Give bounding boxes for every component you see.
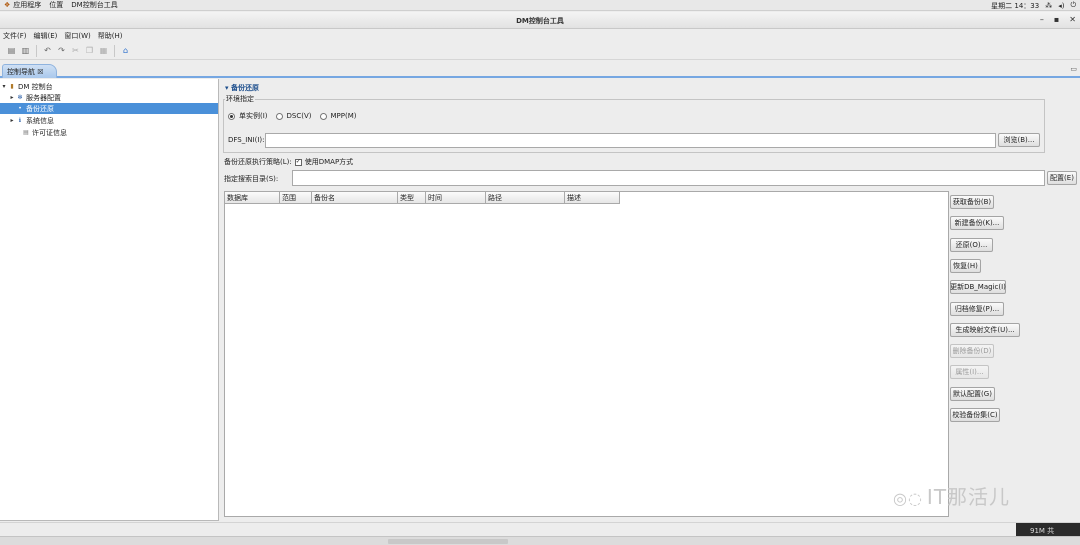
status-bar: [0, 522, 1080, 534]
cut-icon[interactable]: ✂: [70, 45, 81, 56]
taskbar-window-item[interactable]: [388, 539, 508, 544]
minimize-icon[interactable]: –: [1040, 15, 1044, 24]
menu-help[interactable]: 帮助(H): [98, 31, 123, 41]
collapse-arrow-icon[interactable]: ▾: [0, 83, 8, 90]
dmap-label: 使用DMAP方式: [304, 158, 354, 166]
database-icon: ▮: [10, 83, 14, 90]
archive-repair-button[interactable]: 归档修复(P)...: [950, 302, 1004, 316]
applications-icon: ❖: [4, 1, 11, 9]
power-icon[interactable]: ⏻: [1070, 1, 1076, 10]
column-path[interactable]: 路径: [486, 192, 565, 204]
save-icon[interactable]: ▤: [6, 45, 17, 56]
environment-options: 单实例(I) DSC(V) MPP(M): [228, 111, 361, 121]
toolbar: ▤ ▥ ↶ ↷ ✂ ❐ ▦ ⌂: [0, 42, 1080, 60]
copy-icon[interactable]: ❐: [84, 45, 95, 56]
backup-table[interactable]: 数据库 范围 备份名 类型 时间 路径 描述: [224, 191, 949, 517]
delete-backup-button[interactable]: 删除备份(D): [950, 344, 994, 358]
properties-button[interactable]: 属性(I)...: [950, 365, 989, 379]
restore-button[interactable]: 还原(O)...: [950, 238, 993, 252]
tree-item-label: 许可证信息: [32, 128, 67, 137]
tab-control-navigation[interactable]: 控制导航 ☒: [2, 64, 57, 78]
window-title: DM控制台工具: [516, 17, 564, 25]
watermark: ◎◌ IT那活儿: [893, 481, 1010, 510]
gear-icon: ✻: [17, 94, 23, 101]
view-menu-icon[interactable]: ▭: [1070, 65, 1077, 73]
tree-item-label: 备份还原: [26, 104, 54, 113]
column-scope[interactable]: 范围: [280, 192, 312, 204]
dfs-ini-label: DFS_INI(I):: [228, 136, 265, 144]
volume-icon[interactable]: ◂): [1058, 2, 1064, 10]
network-icon[interactable]: ⁂: [1045, 2, 1052, 10]
table-header: 数据库 范围 备份名 类型 时间 路径 描述: [225, 192, 620, 204]
strategy-row: 备份还原执行策略(L): ✓ 使用DMAP方式: [224, 157, 353, 167]
search-dir-input[interactable]: [292, 170, 1045, 186]
radio-label: MPP(M): [330, 112, 357, 120]
tree-root[interactable]: ▾ ▮ DM 控制台: [0, 81, 218, 92]
dfs-ini-input[interactable]: [265, 133, 996, 148]
tree-item-license-info[interactable]: ▤ 许可证信息: [0, 127, 218, 138]
radio-dsc[interactable]: [275, 112, 283, 120]
clock[interactable]: 星期二 14：33: [991, 1, 1039, 11]
toolbar-separator: [114, 44, 115, 57]
navigation-tree: ▾ ▮ DM 控制台 ▸ ✻ 服务器配置 • 备份还原 ▸ ℹ 系统信息 ▤ 许…: [0, 79, 219, 521]
section-title: ▾ 备份还原: [225, 84, 259, 92]
active-app-menu[interactable]: DM控制台工具: [71, 0, 117, 10]
strategy-label: 备份还原执行策略(L):: [224, 158, 292, 166]
nav-tab-row: 控制导航 ☒ ▭: [0, 63, 1080, 78]
backup-icon: •: [18, 105, 22, 112]
tree-item-backup-restore[interactable]: • 备份还原: [0, 103, 218, 114]
watermark-text: IT那活儿: [926, 485, 1011, 509]
close-icon[interactable]: ✕: [1069, 15, 1076, 24]
generate-mapping-file-button[interactable]: 生成映射文件(U)...: [950, 323, 1020, 337]
expand-arrow-icon[interactable]: ▸: [8, 117, 16, 124]
new-backup-button[interactable]: 新建备份(K)...: [950, 216, 1004, 230]
browse-button[interactable]: 浏览(B)...: [998, 133, 1040, 147]
system-top-bar: ❖ 应用程序 位置 DM控制台工具 星期二 14：33 ⁂ ◂) ⏻: [0, 0, 1080, 11]
maximize-icon[interactable]: ▪: [1054, 15, 1059, 24]
tree-item-label: 系统信息: [26, 116, 54, 125]
column-type[interactable]: 类型: [398, 192, 426, 204]
places-menu[interactable]: 位置: [49, 0, 63, 10]
update-db-magic-button[interactable]: 更新DB_Magic(I): [950, 280, 1006, 294]
radio-label: 单实例(I): [239, 112, 268, 120]
radio-mpp[interactable]: [319, 112, 327, 120]
paste-icon[interactable]: ▦: [98, 45, 109, 56]
search-dir-label: 指定搜索目录(S):: [224, 175, 279, 183]
undo-icon[interactable]: ↶: [42, 45, 53, 56]
get-backup-button[interactable]: 获取备份(B): [950, 195, 994, 209]
wechat-icon: ◎◌: [893, 489, 923, 508]
environment-group-label: 环境指定: [225, 94, 255, 104]
column-backup-name[interactable]: 备份名: [312, 192, 398, 204]
toolbar-separator: [36, 44, 37, 57]
radio-label: DSC(V): [286, 112, 312, 120]
menu-bar: 文件(F) 编辑(E) 窗口(W) 帮助(H): [0, 30, 1080, 41]
applications-menu[interactable]: 应用程序: [13, 0, 41, 10]
info-icon: ℹ: [18, 117, 22, 124]
config-button[interactable]: 配置(E): [1047, 171, 1077, 185]
column-time[interactable]: 时间: [426, 192, 486, 204]
taskbar: [0, 536, 1080, 545]
tree-item-label: 服务器配置: [26, 93, 61, 102]
column-database[interactable]: 数据库: [225, 192, 280, 204]
column-description[interactable]: 描述: [565, 192, 620, 204]
tree-item-system-info[interactable]: ▸ ℹ 系统信息: [0, 115, 218, 126]
home-icon[interactable]: ⌂: [120, 45, 131, 56]
dmap-checkbox[interactable]: ✓: [294, 158, 302, 166]
verify-backup-set-button[interactable]: 校验备份集(C): [950, 408, 1000, 422]
redo-icon[interactable]: ↷: [56, 45, 67, 56]
recover-button[interactable]: 恢复(H): [950, 259, 981, 273]
menu-edit[interactable]: 编辑(E): [34, 31, 58, 41]
backup-restore-panel: ▾ 备份还原 环境指定 单实例(I) DSC(V) MPP(M) DFS_INI…: [221, 79, 1080, 521]
expand-arrow-icon[interactable]: ▸: [8, 94, 16, 101]
tree-item-server-config[interactable]: ▸ ✻ 服务器配置: [0, 92, 218, 103]
save-all-icon[interactable]: ▥: [20, 45, 31, 56]
radio-single-instance[interactable]: [228, 112, 235, 120]
default-config-button[interactable]: 默认配置(G): [950, 387, 995, 401]
tree-root-label: DM 控制台: [18, 82, 53, 91]
menu-file[interactable]: 文件(F): [3, 31, 27, 41]
window-title-bar: DM控制台工具 – ▪ ✕: [0, 12, 1080, 29]
license-icon: ▤: [23, 129, 29, 136]
menu-window[interactable]: 窗口(W): [64, 31, 90, 41]
